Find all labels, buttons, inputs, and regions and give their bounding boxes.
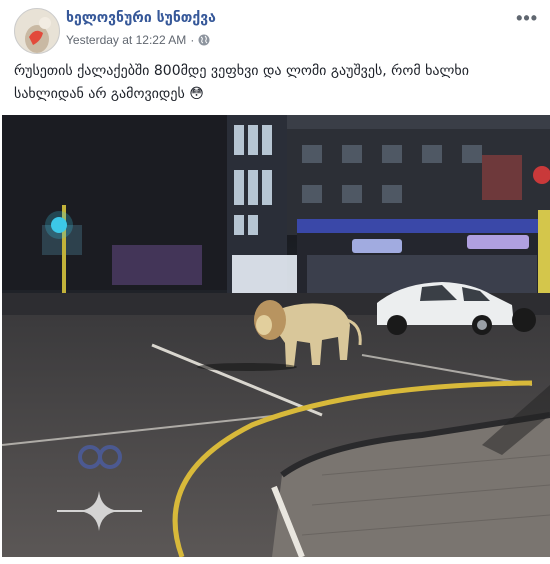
more-options-icon[interactable]: ••• <box>516 8 538 29</box>
globe-icon <box>198 34 210 46</box>
post-timestamp[interactable]: Yesterday at 12:22 AM <box>66 33 186 47</box>
post-photo[interactable] <box>2 115 550 557</box>
facebook-post: ხელოვნური სუნთქვა Yesterday at 12:22 AM … <box>0 0 550 564</box>
post-meta: Yesterday at 12:22 AM · <box>66 33 210 47</box>
lion-street-photo <box>2 115 550 557</box>
page-name-link[interactable]: ხელოვნური სუნთქვა <box>66 10 216 26</box>
page-avatar[interactable] <box>14 8 60 54</box>
post-caption: რუსეთის ქალაქებში 800მდე ვეფხვი და ლომი … <box>14 63 469 102</box>
meta-separator: · <box>190 33 195 47</box>
post-header: ხელოვნური სუნთქვა Yesterday at 12:22 AM … <box>0 0 550 56</box>
